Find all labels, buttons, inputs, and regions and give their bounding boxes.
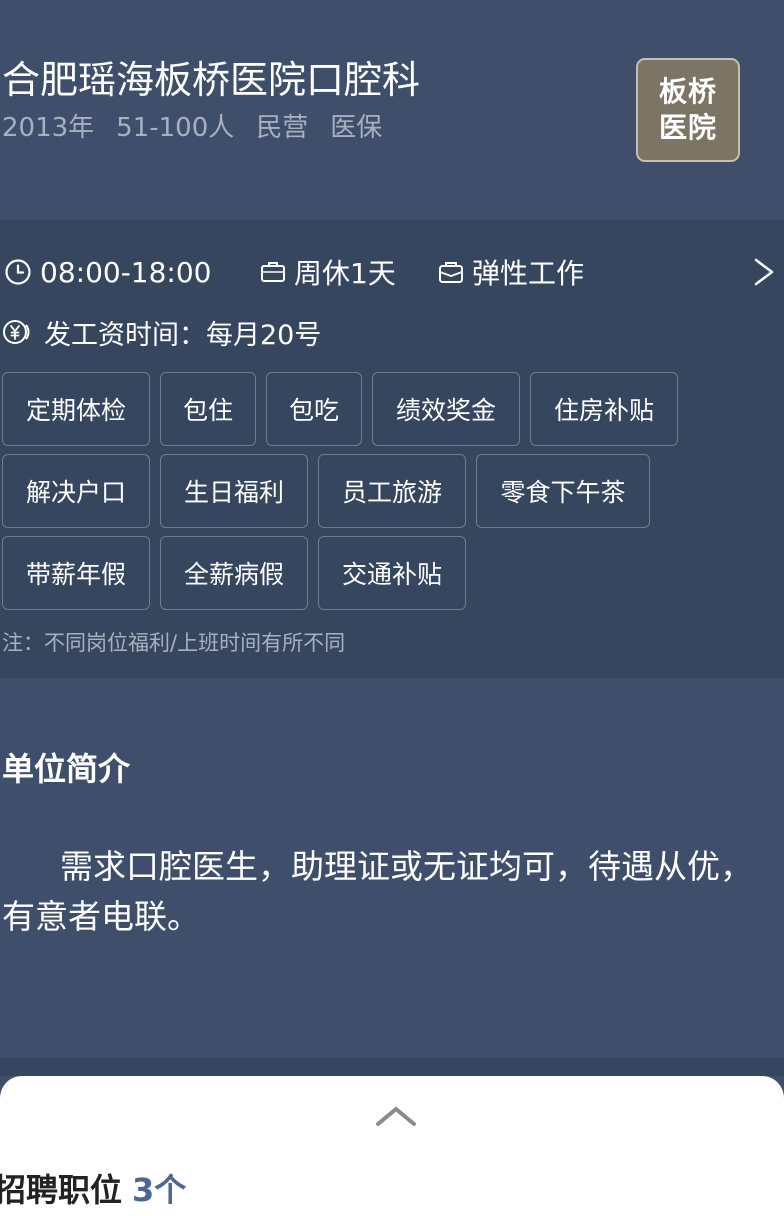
briefcase-icon — [261, 262, 285, 282]
benefit-tag: 全薪病假 — [160, 536, 308, 610]
founded-year: 2013年 — [2, 113, 95, 143]
logo-line-1: 板桥 — [658, 75, 717, 108]
benefit-tag: 包住 — [160, 372, 256, 446]
benefit-tag: 生日福利 — [160, 454, 308, 528]
company-name: 合肥瑶海板桥医院口腔科 — [2, 58, 421, 102]
pay-day-row: 发工资时间：每月20号 — [2, 312, 321, 352]
chevron-right-icon[interactable] — [750, 256, 778, 288]
company-size: 51-100人 — [116, 113, 235, 143]
company-type: 民营 — [256, 113, 309, 143]
work-hours-text: 08:00-18:00 — [40, 255, 212, 289]
rest-days: 周休1天 — [260, 252, 396, 292]
work-info-section: 08:00-18:00 周休1天 弹性工作 发工资时间：每月20号 定期体检 包… — [0, 220, 784, 678]
benefit-tags: 定期体检 包住 包吃 绩效奖金 住房补贴 解决户口 生日福利 员工旅游 零食下午… — [0, 372, 784, 612]
benefit-tag: 解决户口 — [2, 454, 150, 528]
benefit-tag: 零食下午茶 — [476, 454, 650, 528]
yuan-coin-icon — [3, 320, 30, 344]
positions-label: 招聘职位 — [0, 1171, 123, 1209]
benefits-note: 注：不同岗位福利/上班时间有所不同 — [2, 631, 346, 655]
benefit-tag: 带薪年假 — [2, 536, 150, 610]
positions-header: 招聘职位 3个 — [0, 1168, 186, 1212]
positions-count: 3个 — [132, 1171, 187, 1209]
rest-days-text: 周休1天 — [294, 257, 396, 290]
logo-line-2: 医院 — [658, 111, 717, 144]
work-mode: 弹性工作 — [438, 252, 584, 292]
section-divider — [0, 1058, 784, 1076]
benefit-tag: 员工旅游 — [318, 454, 466, 528]
work-mode-text: 弹性工作 — [472, 257, 585, 290]
work-hours: 08:00-18:00 — [4, 252, 212, 292]
company-insurance: 医保 — [330, 113, 383, 143]
positions-sheet[interactable]: 招聘职位 3个 — [0, 1076, 784, 1216]
intro-title: 单位简介 — [2, 750, 131, 788]
benefit-tag: 交通补贴 — [318, 536, 466, 610]
benefit-tag: 绩效奖金 — [372, 372, 520, 446]
chevron-up-icon[interactable] — [374, 1104, 418, 1128]
bag-icon — [439, 262, 463, 283]
company-logo: 板桥 医院 — [636, 58, 740, 162]
pay-day-text: 发工资时间：每月20号 — [44, 319, 322, 351]
clock-icon — [5, 259, 31, 285]
benefit-tag: 住房补贴 — [530, 372, 678, 446]
company-meta: 2013年 51-100人 民营 医保 — [2, 110, 382, 146]
intro-text: 需求口腔医生，助理证或无证均可，待遇从优，有意者电联。 — [2, 847, 753, 936]
benefit-tag: 包吃 — [266, 372, 362, 446]
work-schedule-row[interactable]: 08:00-18:00 周休1天 弹性工作 — [0, 220, 784, 322]
benefit-tag: 定期体检 — [2, 372, 150, 446]
